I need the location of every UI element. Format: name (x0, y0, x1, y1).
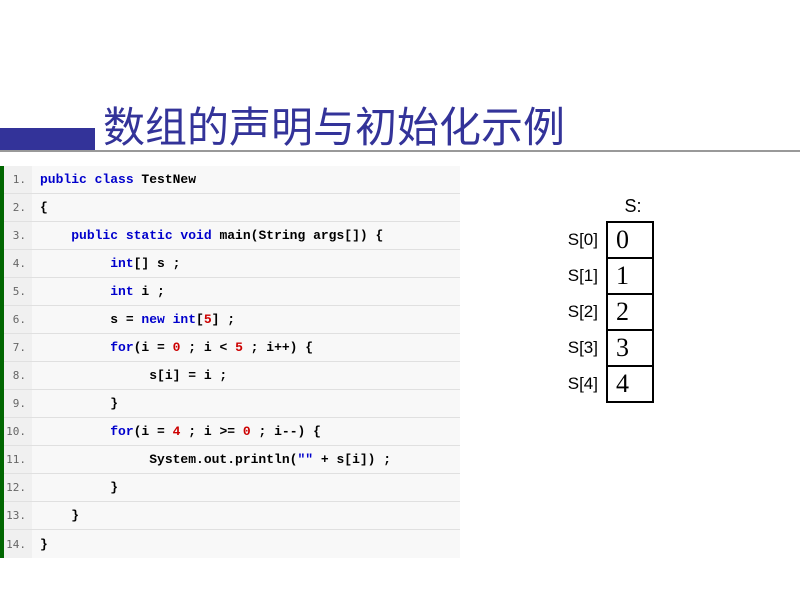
line-number: 12. (4, 474, 32, 501)
slide-title: 数组的声明与初始化示例 (103, 108, 565, 150)
array-cell: 3 (606, 329, 654, 367)
code-block: 1.public class TestNew2.{3. public stati… (0, 166, 460, 558)
line-code: int[] s ; (32, 256, 180, 271)
array-row: S[1] 1 (550, 257, 654, 295)
line-code: System.out.println("" + s[i]) ; (32, 452, 391, 467)
line-code: s[i] = i ; (32, 368, 227, 383)
line-number: 14. (4, 530, 32, 558)
line-code: for(i = 4 ; i >= 0 ; i--) { (32, 424, 321, 439)
array-row: S[2] 2 (550, 293, 654, 331)
array-row: S[4] 4 (550, 365, 654, 403)
line-number: 7. (4, 334, 32, 361)
line-number: 8. (4, 362, 32, 389)
array-cell: 0 (606, 221, 654, 259)
line-code: } (32, 396, 118, 411)
code-line: 11. System.out.println("" + s[i]) ; (4, 446, 460, 474)
title-bar: 数组的声明与初始化示例 (0, 90, 800, 150)
array-cell: 4 (606, 365, 654, 403)
slide: 数组的声明与初始化示例 1.public class TestNew2.{3. … (0, 0, 800, 600)
code-line: 7. for(i = 0 ; i < 5 ; i++) { (4, 334, 460, 362)
line-code: s = new int[5] ; (32, 312, 235, 327)
code-line: 12. } (4, 474, 460, 502)
array-diagram: S: S[0] 0 S[1] 1 S[2] 2 S[3] 3 S[4] 4 (550, 196, 654, 401)
array-header: S: (612, 196, 654, 217)
array-cell: 1 (606, 257, 654, 295)
code-line: 13. } (4, 502, 460, 530)
array-label: S[2] (550, 302, 598, 322)
line-number: 5. (4, 278, 32, 305)
code-line: 10. for(i = 4 ; i >= 0 ; i--) { (4, 418, 460, 446)
line-code: for(i = 0 ; i < 5 ; i++) { (32, 340, 313, 355)
line-code: } (32, 480, 118, 495)
line-code: public static void main(String args[]) { (32, 228, 383, 243)
line-number: 9. (4, 390, 32, 417)
code-line: 9. } (4, 390, 460, 418)
line-number: 2. (4, 194, 32, 221)
line-number: 3. (4, 222, 32, 249)
line-code: } (32, 508, 79, 523)
array-label: S[3] (550, 338, 598, 358)
array-label: S[0] (550, 230, 598, 250)
array-label: S[1] (550, 266, 598, 286)
line-number: 6. (4, 306, 32, 333)
line-number: 13. (4, 502, 32, 529)
line-code: public class TestNew (32, 172, 196, 187)
line-number: 1. (4, 166, 32, 193)
title-accent (0, 128, 95, 150)
array-row: S[3] 3 (550, 329, 654, 367)
line-number: 11. (4, 446, 32, 473)
code-line: 2.{ (4, 194, 460, 222)
content-area: 1.public class TestNew2.{3. public stati… (0, 166, 460, 558)
line-code: } (32, 537, 48, 552)
array-row: S[0] 0 (550, 221, 654, 259)
code-line: 1.public class TestNew (4, 166, 460, 194)
line-code: int i ; (32, 284, 165, 299)
line-number: 4. (4, 250, 32, 277)
code-line: 6. s = new int[5] ; (4, 306, 460, 334)
code-line: 3. public static void main(String args[]… (4, 222, 460, 250)
array-label: S[4] (550, 374, 598, 394)
code-line: 5. int i ; (4, 278, 460, 306)
array-cell: 2 (606, 293, 654, 331)
line-code: { (32, 200, 48, 215)
code-line: 4. int[] s ; (4, 250, 460, 278)
code-line: 14.} (4, 530, 460, 558)
code-line: 8. s[i] = i ; (4, 362, 460, 390)
title-underline (0, 150, 800, 152)
line-number: 10. (4, 418, 32, 445)
